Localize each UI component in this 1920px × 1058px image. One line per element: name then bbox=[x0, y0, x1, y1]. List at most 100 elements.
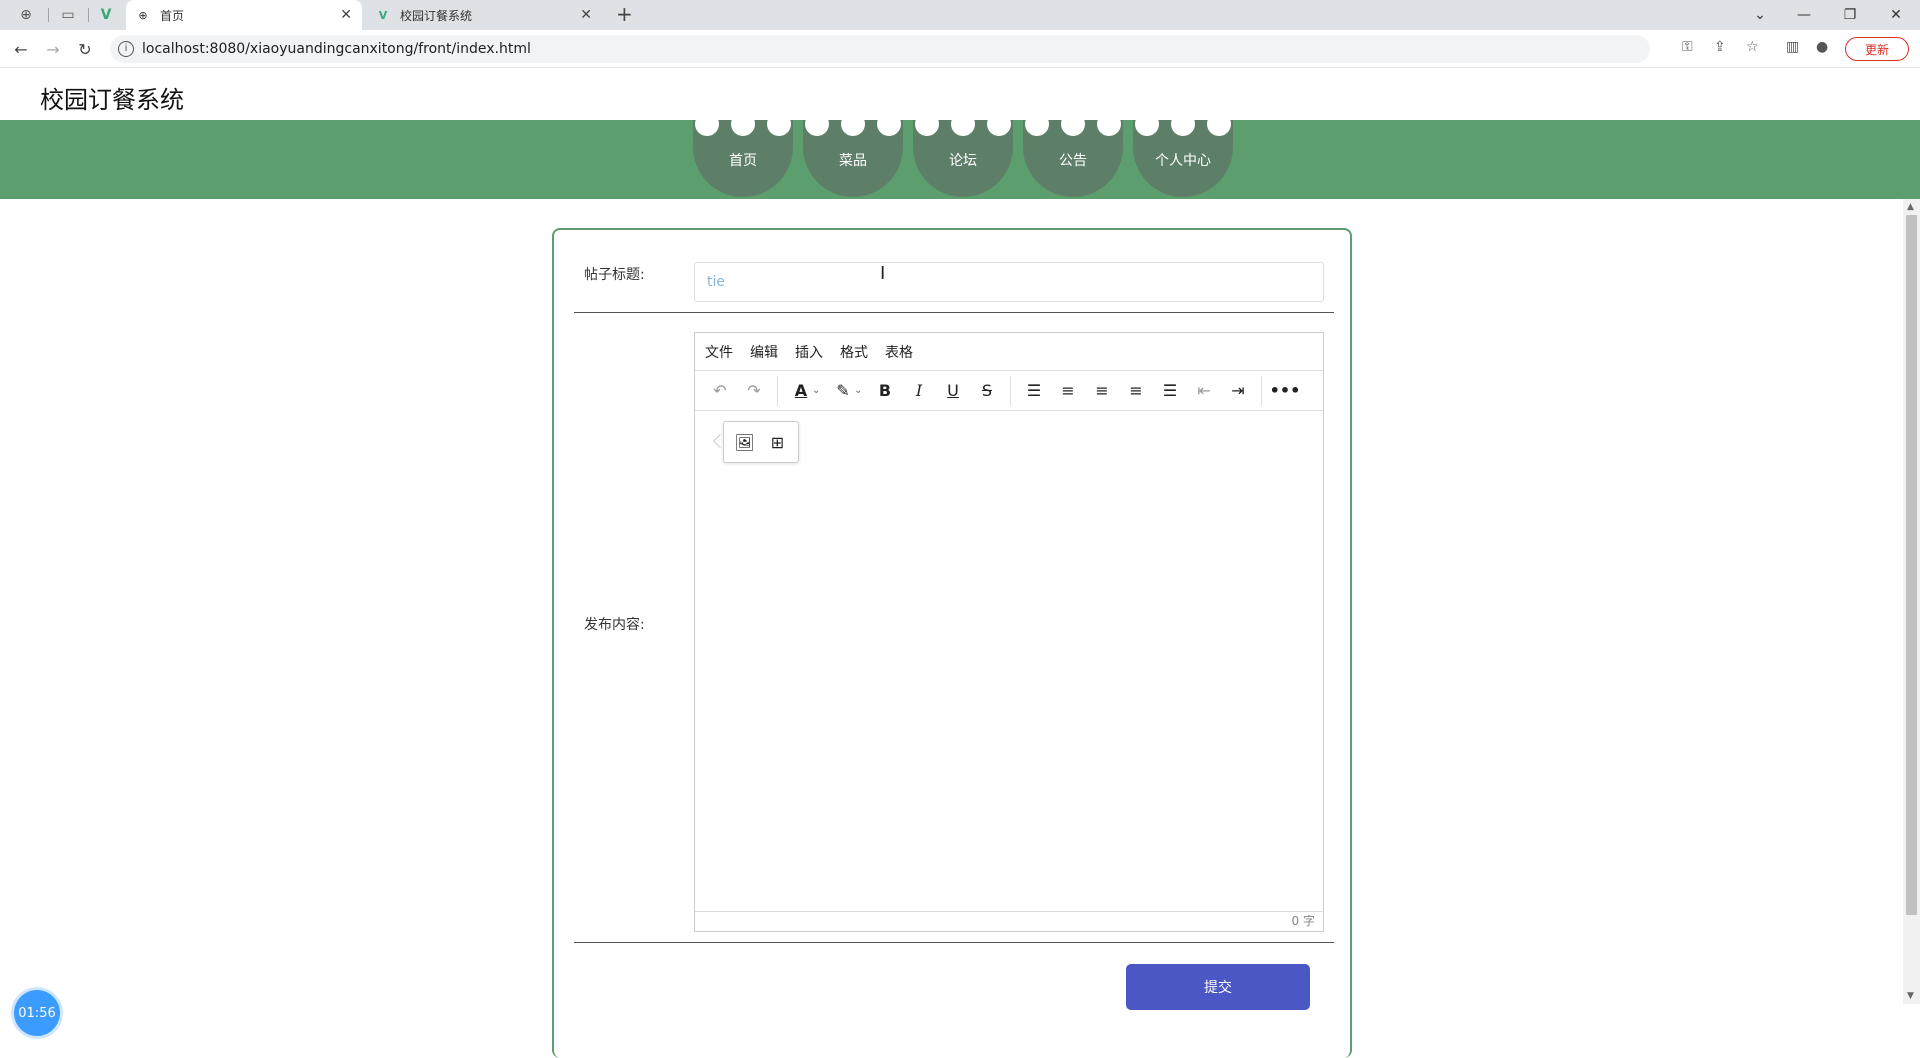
menu-edit[interactable]: 编辑 bbox=[750, 342, 778, 362]
redo-icon[interactable]: ↷ bbox=[737, 376, 771, 406]
nav-item-announcements[interactable]: 公告 bbox=[1023, 120, 1123, 197]
quick-insert-toolbar: 🖼 ⊞ bbox=[723, 421, 799, 463]
profile-icon[interactable]: ● bbox=[1816, 39, 1828, 55]
browser-toolbar: ← → ↻ i localhost:8080/xiaoyuandingcanxi… bbox=[0, 30, 1920, 68]
back-icon[interactable]: ← bbox=[10, 38, 32, 60]
scallop-decoration bbox=[877, 120, 901, 136]
more-icon[interactable]: ••• bbox=[1268, 376, 1302, 406]
nav-label: 公告 bbox=[1059, 153, 1087, 169]
scroll-thumb[interactable] bbox=[1906, 215, 1917, 915]
page-scrollbar[interactable]: ▲ ▼ bbox=[1903, 199, 1920, 1004]
toolbar-separator bbox=[1261, 375, 1262, 406]
tab-separator bbox=[88, 8, 89, 22]
nav-item-personal-center[interactable]: 个人中心 bbox=[1133, 120, 1233, 197]
blank-page-icon[interactable]: ▭ bbox=[52, 0, 84, 30]
scallop-decoration bbox=[767, 120, 791, 136]
align-right-icon[interactable]: ≡ bbox=[1119, 376, 1153, 406]
scallop-decoration bbox=[1207, 120, 1231, 136]
site-title: 校园订餐系统 bbox=[40, 86, 184, 114]
window-close-button[interactable]: ✕ bbox=[1874, 0, 1918, 30]
text-cursor-icon: I bbox=[880, 263, 886, 284]
strikethrough-icon[interactable]: S bbox=[970, 376, 1004, 406]
toolbar-separator bbox=[777, 375, 778, 406]
scroll-down-icon[interactable]: ▼ bbox=[1907, 991, 1914, 1001]
nav-item-dishes[interactable]: 菜品 bbox=[803, 120, 903, 197]
share-icon[interactable]: ⇪ bbox=[1714, 39, 1726, 55]
nav-label: 菜品 bbox=[839, 153, 867, 169]
scallop-decoration bbox=[1061, 120, 1085, 136]
align-left-icon[interactable]: ≡ bbox=[1051, 376, 1085, 406]
close-icon[interactable]: ✕ bbox=[340, 7, 352, 23]
scallop-decoration bbox=[1135, 120, 1159, 136]
tab-search-icon[interactable]: ⌄ bbox=[1738, 0, 1782, 30]
update-button[interactable]: 更新 bbox=[1845, 37, 1909, 61]
chevron-down-icon[interactable]: ⌄ bbox=[812, 385, 826, 396]
info-icon[interactable]: i bbox=[118, 41, 134, 57]
indent-icon[interactable]: ⇥ bbox=[1221, 376, 1255, 406]
address-bar[interactable]: i localhost:8080/xiaoyuandingcanxitong/f… bbox=[110, 35, 1650, 63]
underline-icon[interactable]: U bbox=[936, 376, 970, 406]
menu-format[interactable]: 格式 bbox=[840, 342, 868, 362]
divider bbox=[574, 942, 1334, 943]
nav-item-forum[interactable]: 论坛 bbox=[913, 120, 1013, 197]
undo-icon[interactable]: ↶ bbox=[703, 376, 737, 406]
site-header: 校园订餐系统 bbox=[0, 68, 1920, 120]
scallop-decoration bbox=[951, 120, 975, 136]
timer-badge[interactable]: 01:56 bbox=[14, 990, 60, 1036]
tab-title: 校园订餐系统 bbox=[400, 8, 473, 23]
url-text: localhost:8080/xiaoyuandingcanxitong/fro… bbox=[142, 41, 531, 57]
line-height-icon[interactable]: ☰ bbox=[1017, 376, 1051, 406]
chevron-down-icon[interactable]: ⌄ bbox=[854, 385, 868, 396]
editor-menubar: 文件 编辑 插入 格式 表格 bbox=[695, 333, 1323, 371]
nav-label: 个人中心 bbox=[1155, 153, 1211, 169]
scallop-decoration bbox=[841, 120, 865, 136]
tab-home[interactable]: ⊕ 首页 ✕ bbox=[126, 0, 362, 30]
insert-table-icon[interactable]: ⊞ bbox=[763, 427, 793, 457]
italic-icon[interactable]: I bbox=[902, 376, 936, 406]
menu-table[interactable]: 表格 bbox=[885, 342, 913, 362]
toolbar-separator bbox=[1010, 375, 1011, 406]
content-label: 发布内容: bbox=[584, 617, 645, 633]
scallop-decoration bbox=[731, 120, 755, 136]
browser-tab-strip: ⊕ ▭ V ⊕ 首页 ✕ V 校园订餐系统 ✕ + ⌄ — ❐ ✕ bbox=[0, 0, 1920, 30]
post-title-input[interactable]: tie bbox=[694, 262, 1324, 302]
globe-icon: ⊕ bbox=[138, 8, 148, 22]
outdent-icon[interactable]: ⇤ bbox=[1187, 376, 1221, 406]
globe-icon[interactable]: ⊕ bbox=[10, 0, 42, 30]
menu-file[interactable]: 文件 bbox=[705, 342, 733, 362]
star-icon[interactable]: ☆ bbox=[1746, 39, 1759, 55]
scallop-decoration bbox=[1171, 120, 1195, 136]
key-icon[interactable]: ⚿ bbox=[1682, 39, 1693, 55]
reload-icon[interactable]: ↻ bbox=[74, 38, 96, 60]
new-tab-button[interactable]: + bbox=[616, 2, 633, 26]
editor-toolbar: ↶ ↷ A ⌄ ✎ ⌄ B I U S ☰ ≡ ≡ ≡ ☰ ⇤ ⇥ ••• bbox=[695, 371, 1323, 411]
minimize-button[interactable]: — bbox=[1782, 0, 1826, 30]
scallop-decoration bbox=[915, 120, 939, 136]
nav-items: 首页 菜品 论坛 公告 个人中心 bbox=[693, 120, 1233, 197]
align-center-icon[interactable]: ≡ bbox=[1085, 376, 1119, 406]
align-justify-icon[interactable]: ☰ bbox=[1153, 376, 1187, 406]
nav-label: 论坛 bbox=[949, 153, 977, 169]
divider bbox=[574, 312, 1334, 313]
close-icon[interactable]: ✕ bbox=[580, 7, 592, 23]
tab-campus-ordering[interactable]: V 校园订餐系统 ✕ bbox=[366, 0, 602, 30]
restore-button[interactable]: ❐ bbox=[1828, 0, 1872, 30]
menu-insert[interactable]: 插入 bbox=[795, 342, 823, 362]
main-nav: 首页 菜品 论坛 公告 个人中心 bbox=[0, 120, 1920, 199]
nav-label: 首页 bbox=[729, 153, 757, 169]
side-panel-icon[interactable]: ▥ bbox=[1786, 39, 1799, 55]
forward-icon[interactable]: → bbox=[42, 38, 64, 60]
scallop-decoration bbox=[805, 120, 829, 136]
vue-icon: V bbox=[378, 8, 388, 22]
post-form-card: 帖子标题: tie 发布内容: 文件 编辑 插入 格式 表格 ↶ ↷ A ⌄ ✎… bbox=[552, 228, 1352, 1058]
submit-button[interactable]: 提交 bbox=[1126, 964, 1310, 1010]
scroll-up-icon[interactable]: ▲ bbox=[1907, 202, 1914, 212]
insert-image-icon[interactable]: 🖼 bbox=[730, 427, 760, 457]
bold-icon[interactable]: B bbox=[868, 376, 902, 406]
title-label: 帖子标题: bbox=[584, 267, 645, 283]
word-count: 0 字 bbox=[1291, 914, 1315, 928]
tab-separator bbox=[48, 8, 49, 22]
nav-item-home[interactable]: 首页 bbox=[693, 120, 793, 197]
rich-text-editor[interactable]: 文件 编辑 插入 格式 表格 ↶ ↷ A ⌄ ✎ ⌄ B I U S ☰ ≡ ≡… bbox=[694, 332, 1324, 932]
vue-icon[interactable]: V bbox=[90, 0, 122, 30]
